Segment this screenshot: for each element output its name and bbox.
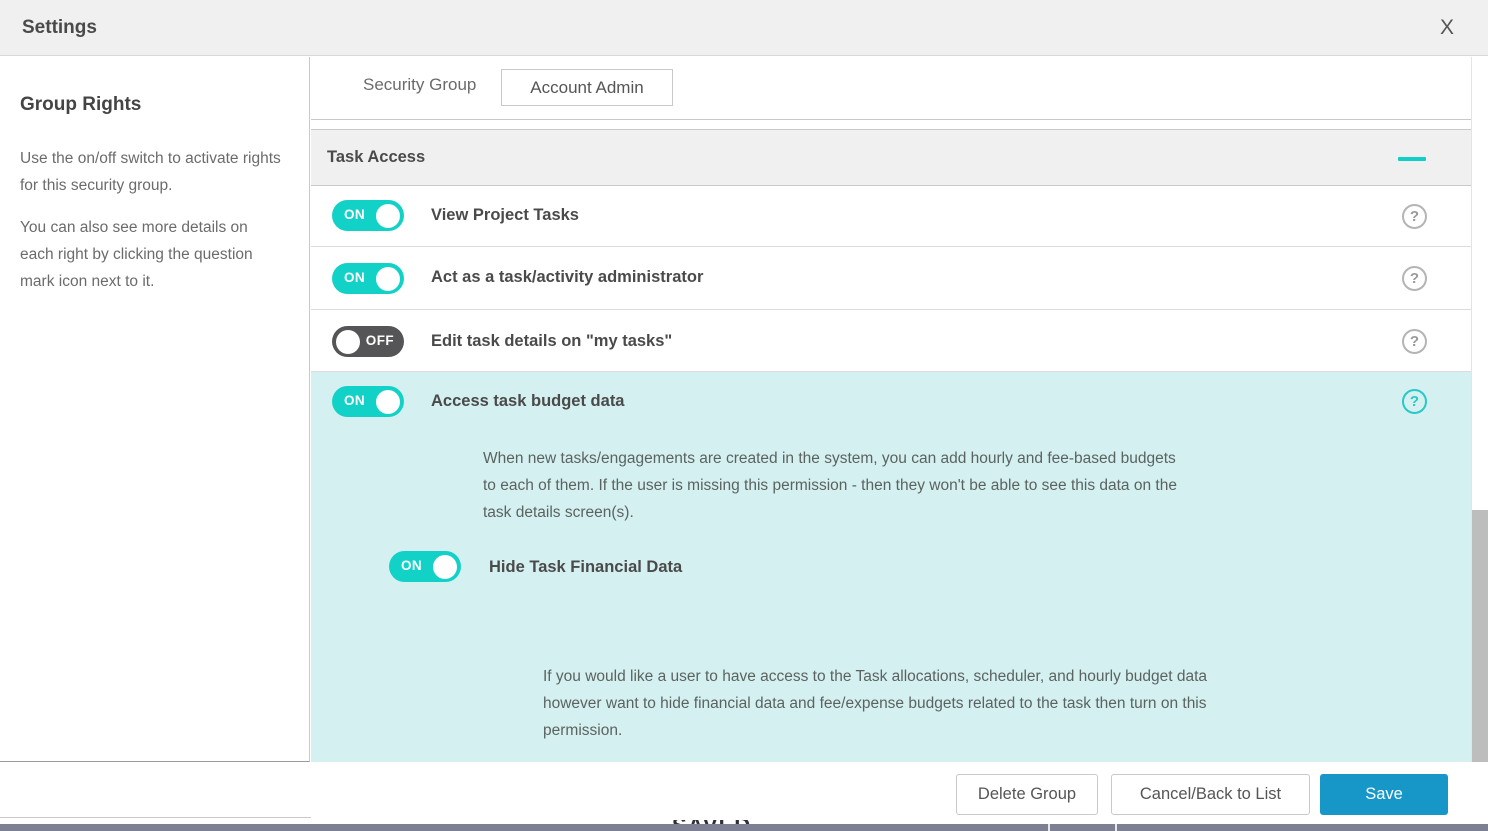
permission-row-access-task-budget-data: ON Access task budget data ? When new ta… [311,372,1471,762]
question-mark-icon[interactable]: ? [1402,266,1427,291]
section-header-task-access[interactable]: Task Access [311,129,1471,186]
toggle-knob [376,389,400,414]
group-rights-paragraph-1: Use the on/off switch to activate rights… [20,150,281,194]
rights-scrollbar-thumb[interactable] [1472,510,1488,762]
rights-content-area: Security Group Account Admin Task Access… [311,57,1488,762]
sub-permission-label: Hide Task Financial Data [489,558,683,576]
group-rights-panel: Group Rights Use the on/off switch to ac… [0,57,310,762]
toggle-state-label: ON [344,270,366,285]
toggle-state-label: OFF [365,333,394,348]
permission-row-view-project-tasks: ON View Project Tasks ? [311,186,1471,247]
question-mark-icon[interactable]: ? [1402,204,1427,229]
background-tick-a [1048,824,1050,831]
rights-scrollbar-track[interactable] [1471,57,1488,762]
toggle-knob [336,329,360,354]
section-title: Task Access [327,148,426,166]
dialog-header: Settings X [0,0,1488,56]
toggle-access-task-budget-data[interactable]: ON [332,386,404,417]
toggle-knob [433,554,457,579]
permission-label: Edit task details on "my tasks" [431,332,673,350]
permission-label: Access task budget data [431,392,625,410]
sub-permission-description: If you would like a user to have access … [543,668,1208,739]
cancel-back-to-list-button[interactable]: Cancel/Back to List [1111,774,1310,815]
toggle-state-label: ON [344,207,366,222]
toggle-knob [376,266,400,291]
question-mark-icon[interactable]: ? [1402,389,1427,414]
app-root: Settings X Group Rights Use the on/off s… [0,0,1488,831]
question-mark-icon[interactable]: ? [1402,329,1427,354]
settings-dialog: Settings X Group Rights Use the on/off s… [0,0,1488,818]
security-group-label: Security Group [363,75,477,94]
permission-row-edit-task-details: OFF Edit task details on "my tasks" ? [311,310,1471,372]
minus-icon[interactable] [1398,157,1426,161]
save-button[interactable]: Save [1320,774,1448,815]
toggle-task-activity-admin[interactable]: ON [332,263,404,294]
group-rights-paragraph-2: You can also see more details on each ri… [20,219,253,290]
toggle-state-label: ON [401,558,423,573]
permission-label: Act as a task/activity administrator [431,268,704,286]
permission-label: View Project Tasks [431,206,579,224]
toggle-state-label: ON [344,393,366,408]
close-icon[interactable]: X [1434,16,1460,40]
page-title: Settings [22,17,97,38]
toggle-hide-task-financial-data[interactable]: ON [389,551,461,582]
background-bar [0,824,1488,831]
background-tick-b [1115,824,1117,831]
toggle-view-project-tasks[interactable]: ON [332,200,404,231]
toggle-edit-task-details[interactable]: OFF [332,326,404,357]
permission-row-task-activity-admin: ON Act as a task/activity administrator … [311,247,1471,310]
dialog-footer: Delete Group Cancel/Back to List Save [311,763,1488,818]
background-page-strip: SAVED [0,818,1488,831]
security-group-select[interactable]: Account Admin [501,69,673,106]
permission-description: When new tasks/engagements are created i… [483,450,1177,521]
delete-group-button[interactable]: Delete Group [956,774,1098,815]
security-group-bar: Security Group Account Admin [311,57,1471,120]
toggle-knob [376,203,400,228]
group-rights-heading: Group Rights [20,94,142,115]
